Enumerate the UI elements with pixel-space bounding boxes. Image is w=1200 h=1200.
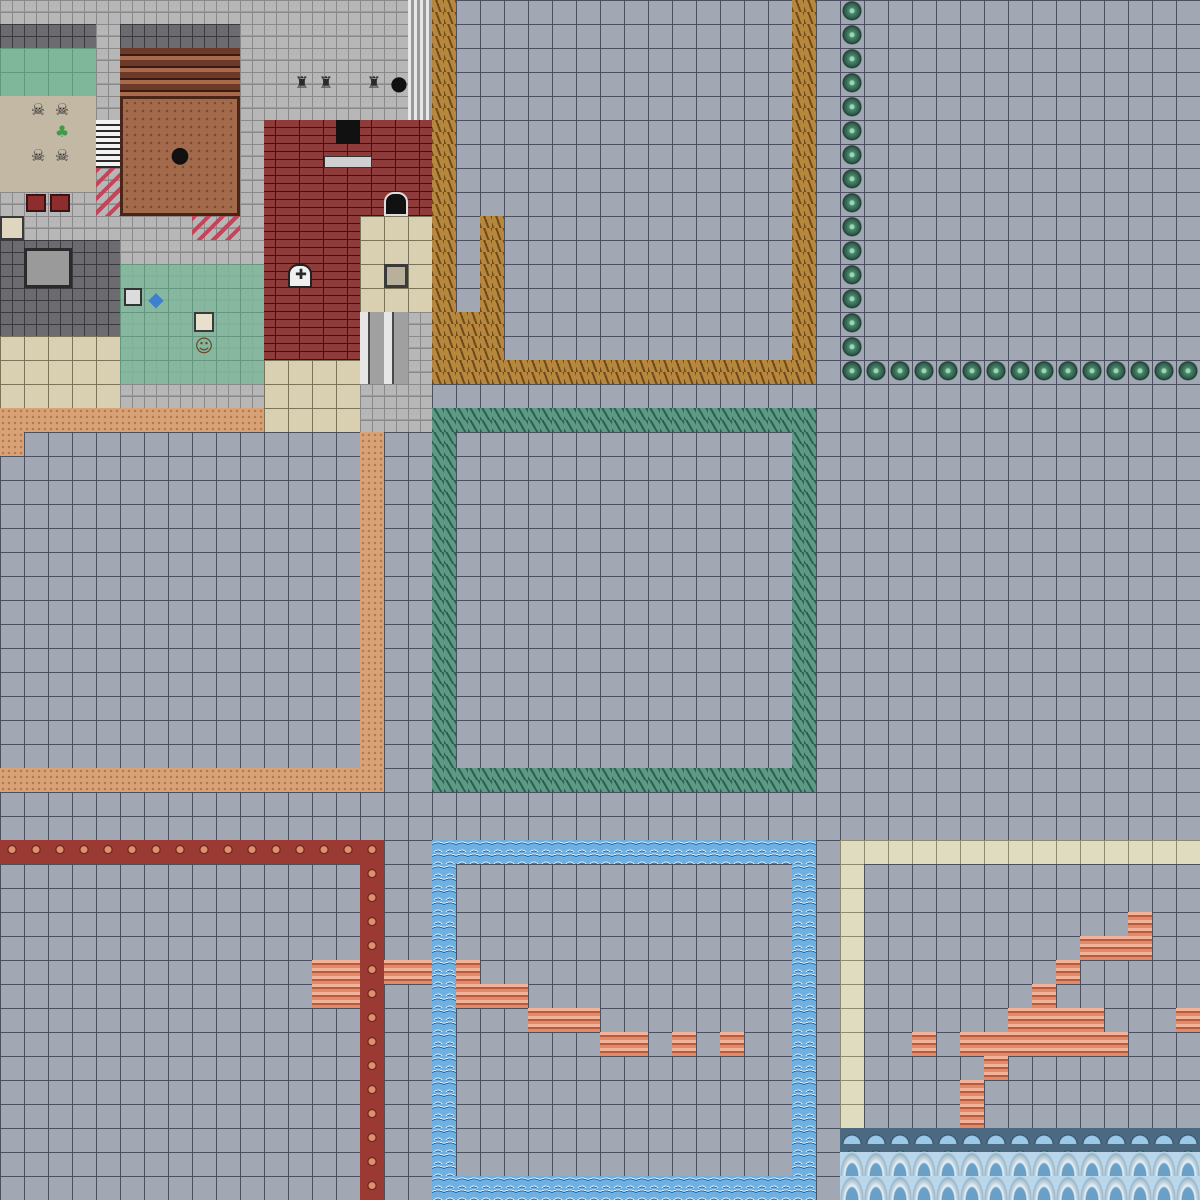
sand-frame-bottom[interactable] — [0, 768, 384, 792]
clay-block[interactable] — [720, 1032, 744, 1056]
grass-frame-bottom[interactable] — [432, 768, 816, 792]
sand-frame-top[interactable] — [0, 408, 264, 432]
clay-block[interactable] — [672, 1032, 696, 1056]
skull-icon: ☠ — [30, 100, 46, 119]
pillar-icon — [194, 312, 214, 332]
clay-block[interactable] — [1008, 1008, 1104, 1032]
bone-frame-top[interactable] — [840, 840, 1200, 864]
cream-floor[interactable] — [0, 96, 96, 192]
owl-statue-icon: ♜ — [294, 73, 310, 92]
leaf-block-2[interactable] — [480, 216, 504, 312]
shelf-strip[interactable] — [0, 24, 96, 48]
mushroom-ledge[interactable] — [840, 1128, 1200, 1152]
bone-frame-left[interactable] — [840, 840, 864, 1128]
leaf-frame-right[interactable] — [792, 0, 816, 384]
upper-wall-fixtures[interactable] — [264, 0, 432, 120]
skull-icon: ☠ — [54, 146, 70, 165]
mushroom-icon: ♣ — [54, 122, 70, 141]
sand-frame-stub[interactable] — [0, 432, 24, 456]
window-sill — [324, 156, 372, 168]
owl-statue-icon: ♜ — [366, 73, 382, 92]
stone-steps[interactable] — [264, 360, 360, 432]
clay-block[interactable] — [912, 1032, 936, 1056]
mushroom-caps[interactable] — [840, 1152, 1200, 1200]
character-sprite-icon: ☺ — [194, 336, 214, 357]
tree-border-vertical[interactable] — [840, 0, 864, 384]
leaf-block-1[interactable] — [456, 312, 504, 360]
owl-statue-icon — [124, 288, 142, 306]
small-pillars[interactable] — [360, 312, 408, 384]
leaf-frame-left[interactable] — [432, 0, 456, 384]
cross-window-cross: ✚ — [295, 267, 307, 283]
wall-fixtures-row[interactable] — [120, 24, 240, 48]
red-cloth-deco[interactable] — [96, 168, 120, 216]
clay-block[interactable] — [384, 960, 432, 984]
gate-door-icon — [24, 248, 72, 288]
clay-block[interactable] — [1176, 1008, 1200, 1032]
sand-frame-right[interactable] — [360, 432, 384, 792]
owl-statue-icon: ♜ — [318, 73, 334, 92]
treasure-chest-icon — [50, 194, 70, 212]
clay-block[interactable] — [1056, 960, 1080, 984]
stone-stairs-block[interactable] — [0, 336, 120, 408]
grass-frame-right[interactable] — [792, 408, 816, 792]
black-hole-icon: ● — [170, 143, 190, 168]
clay-block[interactable] — [1032, 984, 1056, 1008]
dark-window — [336, 120, 360, 144]
clay-block[interactable] — [1128, 912, 1152, 936]
red-rock-frame-top[interactable] — [0, 840, 384, 864]
clay-block[interactable] — [456, 960, 480, 984]
leaf-frame-bottom[interactable] — [432, 360, 816, 384]
blue-crystal-icon: ◆ — [148, 287, 164, 311]
clay-block[interactable] — [960, 1080, 984, 1128]
clay-block[interactable] — [312, 960, 360, 1008]
green-carpet[interactable] — [0, 48, 96, 96]
water-frame-left[interactable] — [432, 840, 456, 1200]
clay-block[interactable] — [456, 984, 528, 1008]
clay-block[interactable] — [984, 1056, 1008, 1080]
clay-block[interactable] — [1080, 936, 1152, 960]
clay-block[interactable] — [960, 1032, 1128, 1056]
clay-block[interactable] — [600, 1032, 648, 1056]
water-frame-right[interactable] — [792, 840, 816, 1200]
stone-bench[interactable] — [0, 216, 24, 240]
black-hole-icon: ● — [390, 71, 408, 95]
red-rock-frame-right[interactable] — [360, 840, 384, 1200]
staircase[interactable] — [96, 120, 120, 168]
treasure-chest-icon — [26, 194, 46, 212]
water-frame-bottom[interactable] — [432, 1176, 816, 1200]
grass-frame-left[interactable] — [432, 408, 456, 792]
tile-map-canvas[interactable]: ☠ ☠ ♣ ☠ ☠ ● ◆ ☺ ♜ ♜ ♜ ● ✚ — [0, 0, 1200, 1200]
grass-frame-top[interactable] — [432, 408, 816, 432]
skull-icon: ☠ — [54, 100, 70, 119]
tree-border-horizontal[interactable] — [840, 360, 1200, 384]
water-frame-top[interactable] — [432, 840, 816, 864]
brick-wall-lower[interactable] — [264, 216, 360, 360]
clay-block[interactable] — [528, 1008, 600, 1032]
red-cloth-deco[interactable] — [192, 216, 240, 240]
tower-door-icon — [384, 264, 408, 288]
teal-pool-floor[interactable] — [120, 264, 264, 384]
roof-tiles[interactable] — [120, 48, 240, 96]
door-icon — [384, 192, 408, 216]
skull-icon: ☠ — [30, 146, 46, 165]
